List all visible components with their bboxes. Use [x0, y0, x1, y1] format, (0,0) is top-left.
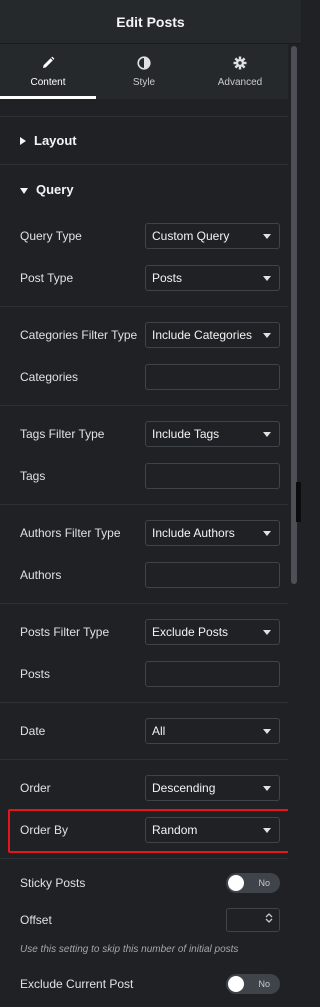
post-type-select[interactable]: Posts — [145, 265, 280, 291]
divider — [0, 858, 288, 859]
query-type-value: Custom Query — [152, 229, 230, 243]
authors-filter-type-row: Authors Filter Type Include Authors — [20, 520, 280, 546]
order-select[interactable]: Descending — [145, 775, 280, 801]
categories-filter-type-row: Categories Filter Type Include Categorie… — [20, 322, 280, 348]
panel-header: Edit Posts — [0, 0, 301, 44]
divider — [0, 405, 288, 406]
divider — [0, 603, 288, 604]
query-type-select[interactable]: Custom Query — [145, 223, 280, 249]
stepper-icon[interactable] — [265, 911, 273, 929]
posts-label: Posts — [20, 667, 51, 681]
tags-input[interactable] — [145, 463, 280, 489]
chevron-down-icon — [263, 233, 271, 239]
post-type-row: Post Type Posts — [20, 265, 280, 291]
post-type-value: Posts — [152, 271, 183, 285]
tags-filter-type-value: Include Tags — [152, 427, 220, 441]
query-type-row: Query Type Custom Query — [20, 223, 280, 249]
categories-label: Categories — [20, 370, 79, 384]
exclude-current-post-toggle-text: No — [258, 979, 270, 989]
post-type-label: Post Type — [20, 271, 74, 285]
order-label: Order — [20, 781, 51, 795]
offset-input[interactable] — [226, 908, 280, 932]
posts-filter-type-label: Posts Filter Type — [20, 625, 110, 639]
chevron-down-icon — [263, 785, 271, 791]
authors-input[interactable] — [145, 562, 280, 588]
offset-row: Offset — [20, 907, 280, 933]
tab-style-label: Style — [132, 77, 156, 88]
scrollbar-edge-marker — [296, 482, 301, 522]
tags-filter-type-label: Tags Filter Type — [20, 427, 105, 441]
toggle-knob — [228, 976, 244, 992]
panel-title: Edit Posts — [116, 13, 185, 30]
date-value: All — [152, 724, 166, 738]
exclude-current-post-row: Exclude Current Post No — [20, 971, 280, 997]
exclude-current-post-toggle[interactable]: No — [226, 974, 280, 994]
divider — [0, 702, 288, 703]
posts-filter-type-select[interactable]: Exclude Posts — [145, 619, 280, 645]
tab-bar: Content Style Advanced — [0, 44, 288, 99]
caret-down-icon — [20, 182, 28, 197]
chevron-down-icon — [263, 629, 271, 635]
posts-input[interactable] — [145, 661, 280, 687]
chevron-down-icon — [263, 332, 271, 338]
sticky-posts-label: Sticky Posts — [20, 876, 86, 890]
order-value: Descending — [152, 781, 216, 795]
order-row: Order Descending — [20, 775, 280, 801]
posts-row: Posts — [20, 661, 280, 687]
tags-label: Tags — [20, 469, 46, 483]
tab-content-label: Content — [30, 77, 66, 88]
authors-label: Authors — [20, 568, 62, 582]
section-query-label: Query — [36, 181, 74, 197]
authors-filter-type-value: Include Authors — [152, 526, 235, 540]
divider — [0, 306, 288, 307]
authors-row: Authors — [20, 562, 280, 588]
categories-row: Categories — [20, 364, 280, 390]
categories-filter-type-value: Include Categories — [152, 328, 253, 342]
divider — [0, 759, 288, 760]
half-circle-icon — [136, 55, 152, 71]
posts-filter-type-row: Posts Filter Type Exclude Posts — [20, 619, 280, 645]
tags-filter-type-select[interactable]: Include Tags — [145, 421, 280, 447]
divider — [0, 504, 288, 505]
chevron-down-icon — [263, 728, 271, 734]
date-label: Date — [20, 724, 46, 738]
tab-content[interactable]: Content — [0, 44, 96, 99]
chevron-down-icon — [263, 275, 271, 281]
chevron-down-icon — [263, 431, 271, 437]
categories-input[interactable] — [145, 364, 280, 390]
toggle-knob — [228, 875, 244, 891]
tags-row: Tags — [20, 463, 280, 489]
tab-advanced-label: Advanced — [217, 77, 263, 88]
sticky-posts-toggle[interactable]: No — [226, 873, 280, 893]
gear-icon — [232, 55, 248, 71]
authors-filter-type-select[interactable]: Include Authors — [145, 520, 280, 546]
tags-filter-type-row: Tags Filter Type Include Tags — [20, 421, 280, 447]
date-row: Date All — [20, 718, 280, 744]
sticky-posts-row: Sticky Posts No — [20, 870, 280, 896]
exclude-current-post-label: Exclude Current Post — [20, 977, 134, 991]
date-select[interactable]: All — [145, 718, 280, 744]
section-layout-label: Layout — [34, 132, 77, 148]
categories-filter-type-select[interactable]: Include Categories — [145, 322, 280, 348]
offset-help-text: Use this setting to skip this number of … — [20, 944, 239, 955]
tab-advanced[interactable]: Advanced — [192, 44, 288, 99]
authors-filter-type-label: Authors Filter Type — [20, 526, 121, 540]
sticky-posts-toggle-text: No — [258, 878, 270, 888]
posts-filter-type-value: Exclude Posts — [152, 625, 229, 639]
caret-right-icon — [20, 133, 26, 148]
pencil-icon — [40, 55, 56, 71]
categories-filter-type-label: Categories Filter Type — [20, 328, 138, 342]
section-layout-header[interactable]: Layout — [0, 116, 288, 164]
section-query-header[interactable]: Query — [0, 165, 288, 213]
tab-style[interactable]: Style — [96, 44, 192, 99]
chevron-down-icon — [263, 530, 271, 536]
query-type-label: Query Type — [20, 229, 82, 243]
offset-label: Offset — [20, 913, 52, 927]
highlight-box — [8, 809, 290, 853]
